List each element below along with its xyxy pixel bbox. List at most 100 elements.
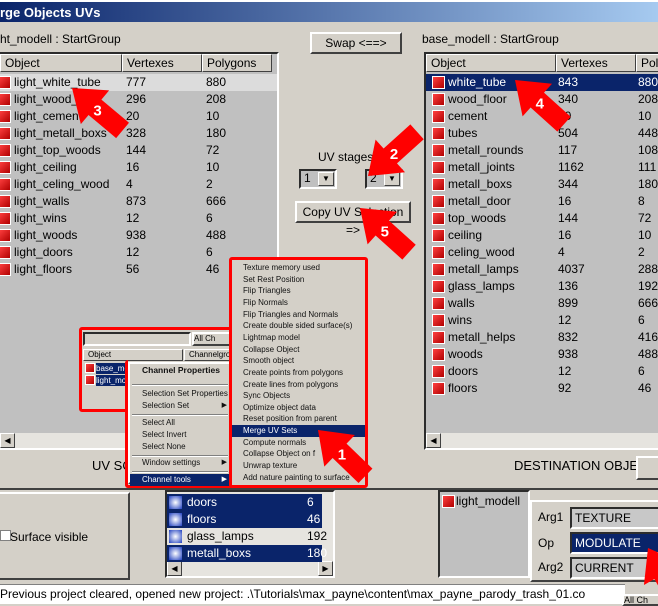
scroll-left-icon[interactable]: ◀ [167,561,182,576]
menu-item[interactable]: Flip Triangles [232,285,365,297]
channel-tree[interactable]: light_modell [438,490,530,578]
table-row[interactable]: woods 938 488 [426,346,658,363]
table-row[interactable]: light_cement 20 10 [0,108,277,125]
cell: 144 [558,211,579,225]
menu-item[interactable]: Selection Set ▶ [130,400,230,412]
menu-item[interactable]: Set Rest Position [232,274,365,286]
scroll-right-icon[interactable]: ▶ [318,561,333,576]
menu-item[interactable]: Flip Triangles and Normals [232,309,365,321]
menu-item[interactable]: Compute normals [232,437,365,449]
scroll-left-icon[interactable]: ◀ [0,433,15,448]
cube-icon [432,382,445,395]
destination-object-list[interactable]: Object Vertexes Polygons ◀ white_tube843… [424,52,658,450]
table-row[interactable]: glass_lamps 192 [167,528,327,545]
swap-button[interactable]: Swap <==> [310,32,402,54]
table-row[interactable]: walls 899 666 [426,295,658,312]
menu-item[interactable]: Reset position from parent [232,413,365,425]
cube-icon [432,76,445,89]
tab-all-channels[interactable]: All Ch [622,594,658,606]
menu-item[interactable]: Add nature painting to surface [232,472,365,484]
table-row[interactable]: doors 6 [167,494,322,511]
table-row[interactable]: light_wins 12 6 [0,210,277,227]
surface-list[interactable]: ◀ ▶ doors 6 floors 46 glass_lamps 192 metall_bo… [165,490,335,578]
menu-item[interactable]: Collapse Object on f [232,448,365,460]
table-row[interactable]: light_metall_boxs 328 180 [0,125,277,142]
chevron-down-icon[interactable]: ▼ [384,172,400,186]
copy-uv-selection-button[interactable]: Copy UV Selection => [295,201,411,237]
menu-item[interactable]: Channel tools ▶ [130,474,230,486]
table-row[interactable]: floors 46 [167,511,322,528]
table-row[interactable]: top_woods 144 72 [426,210,658,227]
table-row[interactable]: celing_wood 4 2 [426,244,658,261]
menu-item[interactable]: Merge UV Sets [232,425,365,437]
op-select[interactable]: MODULATE [570,532,658,554]
table-row[interactable]: wins 12 6 [426,312,658,329]
chevron-down-icon[interactable]: ▼ [318,172,334,186]
destination-object-label: base_modell : StartGroup [422,32,559,46]
table-row[interactable]: light_celing_wood 4 2 [0,176,277,193]
menu-item[interactable]: Optimize object data [232,402,365,414]
horizontal-scrollbar[interactable]: ◀ ▶ [167,561,333,576]
cell: light_top_woods [14,143,101,157]
menu-item[interactable]: Window settings ▶ [130,457,230,469]
table-row[interactable]: light_top_woods 144 72 [0,142,277,159]
table-row[interactable]: white_tube 843 880 [426,74,658,91]
menu-item[interactable]: Collapse Object [232,344,365,356]
table-row[interactable]: metall_boxs 180 [167,545,327,562]
menu-item[interactable]: Unwrap texture [232,460,365,472]
table-row[interactable]: metall_door 16 8 [426,193,658,210]
menu-item[interactable]: Selection Set Properties [130,388,230,400]
horizontal-scrollbar[interactable]: ◀ [426,433,658,448]
menu-item[interactable]: Smooth object [232,355,365,367]
tree-item[interactable]: light_modell [456,494,520,508]
col-object[interactable]: Object [0,54,122,72]
col-vertexes[interactable]: Vertexes [556,54,636,72]
table-row[interactable]: light_woods 938 488 [0,227,277,244]
col-polygons[interactable]: Polygons [636,54,658,72]
cell: 416 [638,330,658,344]
destination-object-button[interactable] [636,456,658,480]
arg1-select[interactable]: TEXTURE [570,507,658,529]
table-row[interactable]: metall_lamps 4037 288 [426,261,658,278]
scroll-left-icon[interactable]: ◀ [426,433,441,448]
menu-item[interactable]: Texture memory used [232,262,365,274]
table-row[interactable]: ceiling 16 10 [426,227,658,244]
table-row[interactable]: glass_lamps 136 192 [426,278,658,295]
menu-item[interactable]: Select All [130,417,230,429]
col-vertexes[interactable]: Vertexes [122,54,202,72]
table-row[interactable]: metall_helps 832 416 [426,329,658,346]
table-row[interactable]: light_ceiling 16 10 [0,159,277,176]
cube-icon [432,246,445,259]
menu-item[interactable]: Sync Objects [232,390,365,402]
table-row[interactable]: light_white_tube 777 880 [0,74,277,91]
table-row[interactable]: floors 92 46 [426,380,658,397]
col-polygons[interactable]: Polygons [202,54,272,72]
menu-item[interactable]: Create points from polygons [232,367,365,379]
table-row[interactable]: doors 12 6 [426,363,658,380]
cell: 92 [558,381,572,395]
cell: 108 [638,143,658,157]
table-row[interactable]: cement 20 10 [426,108,658,125]
menu-item[interactable]: Lightmap model [232,332,365,344]
cube-icon [432,280,445,293]
menu-item[interactable]: Create double sided surface(s) [232,320,365,332]
source-uv-stage-select[interactable]: 1 ▼ [299,169,337,189]
dest-uv-stage-select[interactable]: 2 ▼ [365,169,403,189]
cell: 117 [558,143,578,157]
menu-item[interactable]: Create lines from polygons [232,379,365,391]
menu-item-channel-properties[interactable]: Channel Properties [130,365,230,377]
table-row[interactable]: tubes 504 448 [426,125,658,142]
menu-item[interactable]: Flip Normals [232,297,365,309]
cell: light_white_tube [14,75,101,89]
table-row[interactable]: light_wood_ 296 208 [0,91,277,108]
table-row[interactable]: metall_joints 1162 111 [426,159,658,176]
col-object[interactable]: Object [426,54,556,72]
menu-item[interactable]: Select None [130,441,230,453]
cell: metall_helps [448,330,516,344]
table-row[interactable]: metall_rounds 117 108 [426,142,658,159]
table-row[interactable]: light_walls 873 666 [0,193,277,210]
arg2-select[interactable]: CURRENT [570,557,658,579]
table-row[interactable]: metall_boxs 344 180 [426,176,658,193]
table-row[interactable]: wood_floor 340 208 [426,91,658,108]
menu-item[interactable]: Select Invert [130,429,230,441]
